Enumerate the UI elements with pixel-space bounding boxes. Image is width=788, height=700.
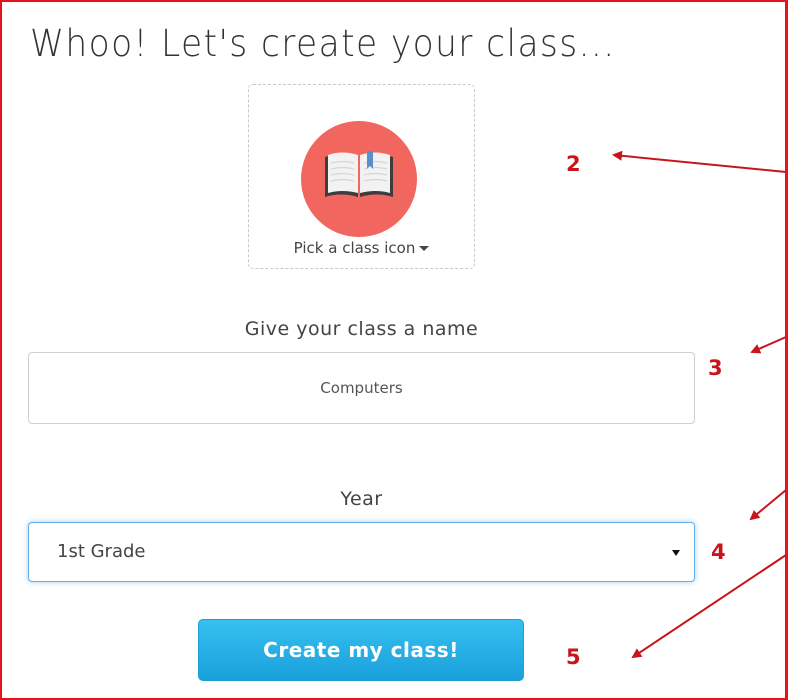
annotation-arrow-2 — [612, 150, 787, 173]
annotation-arrows — [612, 150, 787, 659]
annotation-arrow-5 — [631, 554, 787, 659]
annotation-arrow-3 — [750, 336, 787, 354]
annotation-arrow-4 — [749, 489, 787, 521]
